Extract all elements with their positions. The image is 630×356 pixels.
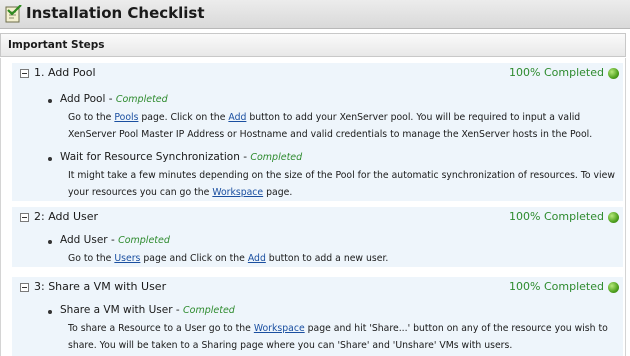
status-ok-icon	[608, 282, 619, 293]
task-status: Completed	[183, 305, 235, 316]
task-status: Completed	[115, 94, 168, 105]
task-description: To share a Resource to a User go to the …	[68, 320, 618, 354]
step-header[interactable]: 1. Add Pool 100% Completed	[12, 63, 623, 85]
desc-text: Go to the	[68, 253, 115, 264]
desc-text: button to add a new user.	[265, 253, 389, 264]
status-ok-icon	[608, 212, 619, 223]
task-description: Go to the Users page and Click on the Ad…	[68, 250, 618, 267]
step-title: 3: Share a VM with User	[34, 280, 167, 293]
title-bar: Installation Checklist	[0, 0, 630, 29]
step-header[interactable]: 2: Add User 100% Completed	[12, 207, 623, 229]
task-title: Share a VM with User - Completed	[48, 304, 618, 316]
collapse-icon[interactable]	[20, 69, 29, 78]
collapse-icon[interactable]	[20, 283, 29, 292]
task-title: Add User - Completed	[48, 234, 618, 246]
task-description: It might take a few minutes depending on…	[68, 167, 618, 201]
task-add-user: Add User - Completed Go to the Users pag…	[48, 234, 618, 267]
window-title: Installation Checklist	[26, 4, 205, 22]
desc-text: To share a Resource to a User go to the	[68, 323, 254, 334]
desc-text: page and Click on the	[140, 253, 248, 264]
task-title: Add Pool - Completed	[48, 93, 618, 105]
task-title-text: Add User	[60, 234, 108, 246]
workspace-link[interactable]: Workspace	[254, 323, 305, 334]
task-title-text: Share a VM with User	[60, 304, 173, 316]
desc-text: page.	[263, 187, 293, 198]
step-header[interactable]: 3: Share a VM with User 100% Completed	[12, 277, 623, 299]
desc-text: page. Click on the	[138, 112, 229, 123]
add-user-link[interactable]: Add	[248, 253, 266, 264]
collapse-icon[interactable]	[20, 213, 29, 222]
workspace-link[interactable]: Workspace	[212, 187, 263, 198]
desc-text: Go to the	[68, 112, 115, 123]
add-pool-link[interactable]: Add	[228, 112, 246, 123]
task-share-vm: Share a VM with User - Completed To shar…	[48, 304, 618, 354]
task-wait-sync: Wait for Resource Synchronization - Comp…	[48, 151, 618, 201]
step-add-user: 2: Add User 100% Completed Add User - Co…	[12, 207, 623, 267]
users-link[interactable]: Users	[114, 253, 140, 264]
task-description: Go to the Pools page. Click on the Add b…	[68, 109, 618, 143]
status-ok-icon	[608, 68, 619, 79]
step-status: 100% Completed	[509, 280, 604, 293]
pools-link[interactable]: Pools	[114, 112, 138, 123]
step-add-pool: 1. Add Pool 100% Completed Add Pool - Co…	[12, 63, 623, 201]
step-title: 1. Add Pool	[34, 66, 96, 79]
task-status: Completed	[118, 235, 170, 246]
checklist-icon	[5, 5, 22, 23]
step-title: 2: Add User	[34, 210, 99, 223]
task-title-text: Add Pool	[60, 93, 106, 105]
step-status: 100% Completed	[509, 210, 604, 223]
step-status: 100% Completed	[509, 66, 604, 79]
step-share-vm: 3: Share a VM with User 100% Completed S…	[12, 277, 623, 356]
task-title-text: Wait for Resource Synchronization	[60, 151, 240, 163]
task-status: Completed	[250, 152, 303, 163]
section-header: Important Steps	[0, 33, 626, 57]
task-add-pool: Add Pool - Completed Go to the Pools pag…	[48, 93, 618, 143]
desc-text: It might take a few minutes depending on…	[68, 170, 615, 198]
task-title: Wait for Resource Synchronization - Comp…	[48, 151, 618, 163]
checklist-content: 1. Add Pool 100% Completed Add Pool - Co…	[0, 58, 626, 356]
section-header-label: Important Steps	[8, 39, 105, 51]
